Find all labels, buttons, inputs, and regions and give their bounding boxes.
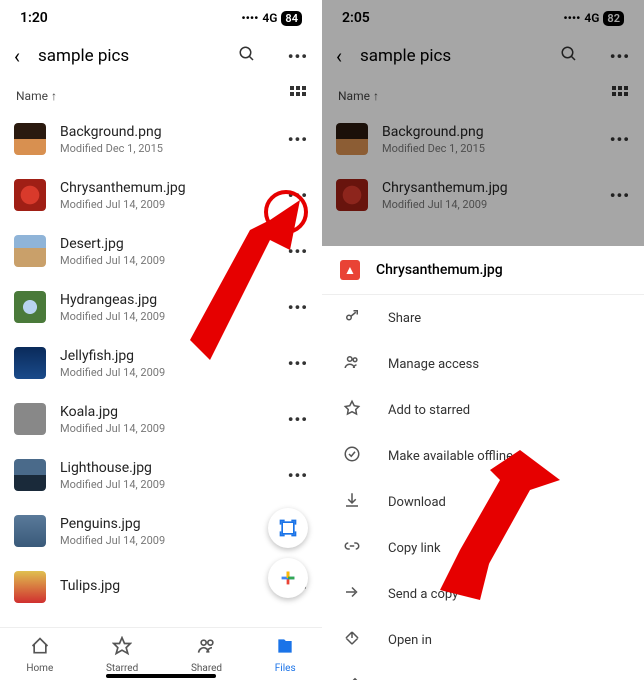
file-name: Lighthouse.jpg: [60, 460, 274, 476]
file-name: Penguins.jpg: [60, 516, 274, 532]
file-name: Tulips.jpg: [60, 578, 274, 594]
annotation-arrow: [160, 200, 310, 400]
file-thumbnail: [14, 459, 46, 491]
nav-label: Shared: [191, 663, 222, 674]
file-meta: Modified Jul 14, 2009: [60, 422, 274, 435]
offline-icon: [342, 445, 362, 467]
fab-stack: [268, 508, 308, 598]
sheet-item-label: Copy link: [388, 541, 441, 556]
file-info: Tulips.jpg: [60, 578, 274, 596]
sort-label[interactable]: Name ↑: [16, 89, 57, 103]
add-fab[interactable]: [268, 558, 308, 598]
file-thumbnail: [14, 123, 46, 155]
file-thumbnail: [14, 347, 46, 379]
people-icon: [342, 353, 362, 375]
scan-fab[interactable]: [268, 508, 308, 548]
file-info: Background.png Modified Dec 1, 2015: [60, 124, 274, 155]
signal-icon: ••••: [241, 11, 258, 25]
status-bar: 1:20 •••• 4G 84: [0, 0, 322, 32]
file-thumbnail: [14, 515, 46, 547]
file-name: Koala.jpg: [60, 404, 274, 420]
file-more-icon[interactable]: •••: [288, 466, 308, 485]
sheet-item-label: Add to starred: [388, 403, 470, 418]
home-indicator: [106, 674, 216, 678]
phone-left: 1:20 •••• 4G 84 ‹ sample pics ••• Name ↑…: [0, 0, 322, 680]
home-icon: [30, 636, 50, 661]
nav-starred[interactable]: Starred: [106, 636, 138, 674]
files-icon: [275, 636, 295, 661]
file-more-icon[interactable]: •••: [288, 410, 308, 429]
file-thumbnail: [14, 403, 46, 435]
nav-label: Home: [26, 663, 53, 674]
annotation-arrow-right: [440, 450, 580, 610]
file-row[interactable]: Lighthouse.jpg Modified Jul 14, 2009 •••: [0, 447, 322, 503]
link-icon: [342, 537, 362, 559]
search-icon[interactable]: [238, 45, 256, 68]
nav-home[interactable]: Home: [26, 636, 53, 674]
header: ‹ sample pics •••: [0, 32, 322, 80]
back-icon[interactable]: ‹: [14, 44, 20, 68]
sheet-rename[interactable]: Rename: [322, 663, 644, 680]
rename-icon: [342, 675, 362, 680]
send-icon: [342, 583, 362, 605]
file-info: Penguins.jpg Modified Jul 14, 2009: [60, 516, 274, 547]
file-thumbnail: [14, 571, 46, 603]
sheet-title: Chrysanthemum.jpg: [376, 262, 503, 278]
file-thumbnail: [14, 291, 46, 323]
network-label: 4G: [262, 11, 277, 25]
file-info: Lighthouse.jpg Modified Jul 14, 2009: [60, 460, 274, 491]
overflow-icon[interactable]: •••: [288, 47, 308, 66]
sheet-open-in[interactable]: Open in: [322, 617, 644, 663]
nav-label: Starred: [106, 663, 138, 674]
view-grid-icon[interactable]: [290, 86, 306, 105]
sort-row: Name ↑: [0, 80, 322, 111]
nav-shared[interactable]: Shared: [191, 636, 222, 674]
openin-icon: [342, 629, 362, 651]
download-icon: [342, 491, 362, 513]
sheet-manage-access[interactable]: Manage access: [322, 341, 644, 387]
nav-label: Files: [275, 663, 296, 674]
sheet-header: ▲ Chrysanthemum.jpg: [322, 246, 644, 295]
nav-files[interactable]: Files: [275, 636, 296, 674]
sheet-item-label: Share: [388, 311, 421, 326]
file-thumbnail: [14, 179, 46, 211]
sheet-item-label: Open in: [388, 633, 432, 648]
file-meta: Modified Jul 14, 2009: [60, 534, 274, 547]
file-meta: Modified Jul 14, 2009: [60, 478, 274, 491]
bottom-nav: Home Starred Shared Files: [0, 627, 322, 680]
status-time: 1:20: [20, 10, 48, 26]
file-name: Background.png: [60, 124, 274, 140]
sheet-share[interactable]: Share: [322, 295, 644, 341]
file-row[interactable]: Background.png Modified Dec 1, 2015 •••: [0, 111, 322, 167]
share-icon: [342, 307, 362, 329]
sheet-item-label: Manage access: [388, 357, 479, 372]
status-right: •••• 4G 84: [241, 11, 302, 26]
sheet-item-label: Download: [388, 495, 446, 510]
image-icon: ▲: [340, 260, 360, 280]
folder-title: sample pics: [38, 46, 206, 66]
file-name: Chrysanthemum.jpg: [60, 180, 274, 196]
modal-overlay[interactable]: [322, 0, 644, 246]
file-more-icon[interactable]: •••: [288, 130, 308, 149]
file-thumbnail: [14, 235, 46, 267]
sheet-add-to-starred[interactable]: Add to starred: [322, 387, 644, 433]
shared-icon: [197, 636, 217, 661]
file-meta: Modified Dec 1, 2015: [60, 142, 274, 155]
battery-badge: 84: [281, 11, 302, 26]
star-icon: [342, 399, 362, 421]
file-info: Koala.jpg Modified Jul 14, 2009: [60, 404, 274, 435]
starred-icon: [112, 636, 132, 661]
